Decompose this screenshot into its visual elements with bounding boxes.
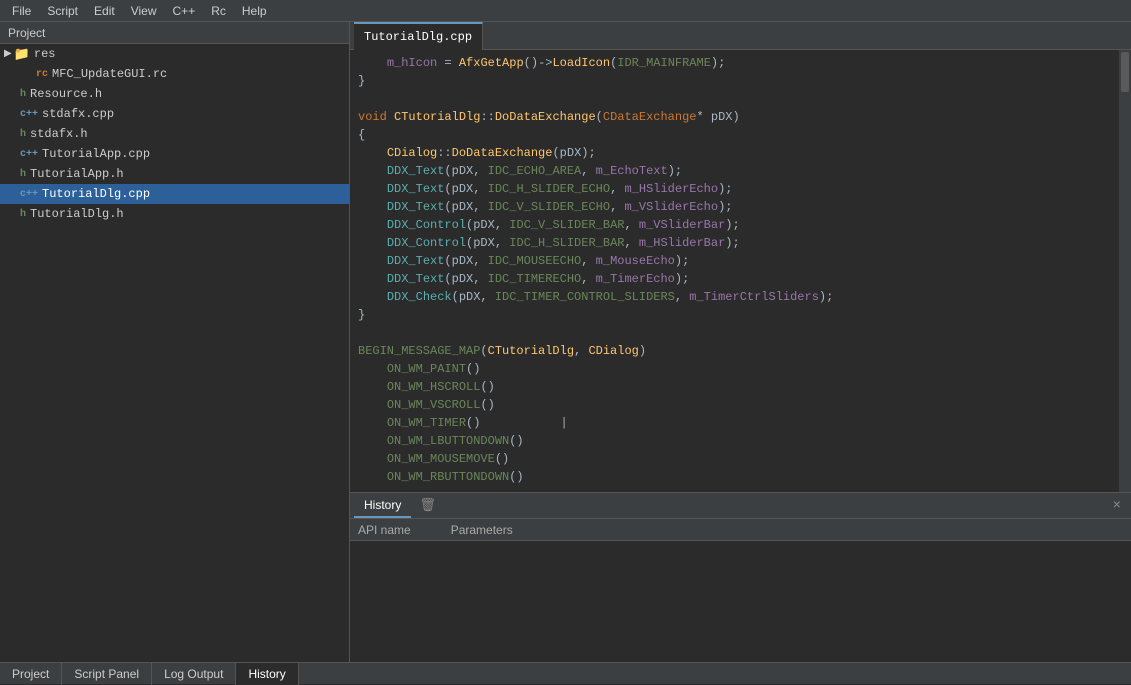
sidebar-item-tutorialapp-h[interactable]: h TutorialApp.h bbox=[0, 164, 349, 184]
code-line bbox=[350, 90, 1119, 108]
bottom-tab-history[interactable]: History bbox=[236, 663, 298, 685]
sidebar-item-tutorialapp-cpp[interactable]: c++ TutorialApp.cpp bbox=[0, 144, 349, 164]
h-icon: h bbox=[20, 89, 26, 100]
menu-file[interactable]: File bbox=[4, 2, 39, 20]
scrollbar-thumb[interactable] bbox=[1121, 52, 1129, 92]
cpp-icon: c++ bbox=[20, 189, 38, 200]
code-line: BEGIN_MESSAGE_MAP(CTutorialDlg, CDialog) bbox=[350, 342, 1119, 360]
sidebar-title: Project bbox=[8, 26, 45, 40]
sidebar-item-label: stdafx.h bbox=[30, 127, 88, 141]
bottom-tab-script-panel[interactable]: Script Panel bbox=[62, 663, 152, 685]
menubar: File Script Edit View C++ Rc Help bbox=[0, 0, 1131, 22]
cpp-icon: c++ bbox=[20, 109, 38, 120]
sidebar-item-label: TutorialApp.cpp bbox=[42, 147, 150, 161]
code-line: DDX_Text(pDX, IDC_MOUSEECHO, m_MouseEcho… bbox=[350, 252, 1119, 270]
code-line: ON_WM_MOUSEMOVE() bbox=[350, 450, 1119, 468]
editor-area: TutorialDlg.cpp m_hIcon = AfxGetApp()->L… bbox=[350, 22, 1131, 662]
code-line: ON_WM_PAINT() bbox=[350, 360, 1119, 378]
code-line: DDX_Text(pDX, IDC_H_SLIDER_ECHO, m_HSlid… bbox=[350, 180, 1119, 198]
sidebar-item-label: res bbox=[34, 47, 56, 61]
sidebar-item-label: TutorialApp.h bbox=[30, 167, 124, 181]
h-icon: h bbox=[20, 169, 26, 180]
sidebar-item-mfc-rc[interactable]: rc MFC_UpdateGUI.rc bbox=[0, 64, 349, 84]
rc-icon: rc bbox=[36, 69, 48, 80]
history-panel: History 🗑 × API name Parameters bbox=[350, 492, 1131, 662]
sidebar: Project ▶ 📁 res rc MFC_UpdateGUI.rc h Re… bbox=[0, 22, 350, 662]
menu-rc[interactable]: Rc bbox=[203, 2, 234, 20]
sidebar-item-label: TutorialDlg.h bbox=[30, 207, 124, 221]
code-line: } bbox=[350, 72, 1119, 90]
history-tab[interactable]: History bbox=[354, 494, 411, 518]
menu-cpp[interactable]: C++ bbox=[165, 2, 204, 20]
sidebar-item-label: stdafx.cpp bbox=[42, 107, 114, 121]
col-parameters: Parameters bbox=[451, 523, 513, 537]
code-line: DDX_Text(pDX, IDC_V_SLIDER_ECHO, m_VSlid… bbox=[350, 198, 1119, 216]
sidebar-item-tutorialdlg-h[interactable]: h TutorialDlg.h bbox=[0, 204, 349, 224]
main-layout: Project ▶ 📁 res rc MFC_UpdateGUI.rc h Re… bbox=[0, 22, 1131, 662]
editor-tab-tutorialdlg-cpp[interactable]: TutorialDlg.cpp bbox=[354, 22, 483, 50]
history-close-button[interactable]: × bbox=[1107, 496, 1127, 516]
code-line: DDX_Check(pDX, IDC_TIMER_CONTROL_SLIDERS… bbox=[350, 288, 1119, 306]
sidebar-item-res[interactable]: ▶ 📁 res bbox=[0, 44, 349, 64]
code-line: void CTutorialDlg::DoDataExchange(CDataE… bbox=[350, 108, 1119, 126]
code-line: DDX_Control(pDX, IDC_V_SLIDER_BAR, m_VSl… bbox=[350, 216, 1119, 234]
vertical-scrollbar[interactable] bbox=[1119, 50, 1131, 492]
h-icon: h bbox=[20, 129, 26, 140]
code-line: ON_WM_VSCROLL() bbox=[350, 396, 1119, 414]
menu-edit[interactable]: Edit bbox=[86, 2, 123, 20]
sidebar-item-label: Resource.h bbox=[30, 87, 102, 101]
code-line: DDX_Text(pDX, IDC_TIMERECHO, m_TimerEcho… bbox=[350, 270, 1119, 288]
code-line: DDX_Text(pDX, IDC_ECHO_AREA, m_EchoText)… bbox=[350, 162, 1119, 180]
code-area: m_hIcon = AfxGetApp()->LoadIcon(IDR_MAIN… bbox=[350, 50, 1131, 492]
code-line: ON_WM_RBUTTONDOWN() bbox=[350, 468, 1119, 486]
menu-script[interactable]: Script bbox=[39, 2, 86, 20]
sidebar-item-stdafx-cpp[interactable]: c++ stdafx.cpp bbox=[0, 104, 349, 124]
sidebar-item-resource-h[interactable]: h Resource.h bbox=[0, 84, 349, 104]
sidebar-item-label: TutorialDlg.cpp bbox=[42, 187, 150, 201]
code-editor[interactable]: m_hIcon = AfxGetApp()->LoadIcon(IDR_MAIN… bbox=[350, 50, 1119, 492]
sidebar-item-label: MFC_UpdateGUI.rc bbox=[52, 67, 167, 81]
code-line: } bbox=[350, 306, 1119, 324]
code-line: DDX_Control(pDX, IDC_H_SLIDER_BAR, m_HSl… bbox=[350, 234, 1119, 252]
code-line: ON_WM_HSCROLL() bbox=[350, 378, 1119, 396]
trash-icon[interactable]: 🗑 bbox=[419, 498, 436, 513]
bottom-tab-log-output[interactable]: Log Output bbox=[152, 663, 236, 685]
bottom-tabs: Project Script Panel Log Output History bbox=[0, 662, 1131, 684]
code-line bbox=[350, 324, 1119, 342]
menu-view[interactable]: View bbox=[123, 2, 165, 20]
bottom-tab-project[interactable]: Project bbox=[0, 663, 62, 685]
tab-label: TutorialDlg.cpp bbox=[364, 30, 472, 44]
sidebar-item-tutorialdlg-cpp[interactable]: c++ TutorialDlg.cpp bbox=[0, 184, 349, 204]
h-icon: h bbox=[20, 209, 26, 220]
code-line: m_hIcon = AfxGetApp()->LoadIcon(IDR_MAIN… bbox=[350, 54, 1119, 72]
expand-arrow: ▶ bbox=[4, 48, 12, 60]
cpp-icon: c++ bbox=[20, 149, 38, 160]
sidebar-item-stdafx-h[interactable]: h stdafx.h bbox=[0, 124, 349, 144]
history-content bbox=[350, 541, 1131, 662]
code-line: ON_WM_TIMER() | bbox=[350, 414, 1119, 432]
col-api-name: API name bbox=[358, 523, 411, 537]
tab-bar: TutorialDlg.cpp bbox=[350, 22, 1131, 50]
code-line: ON_WM_LBUTTONDOWN() bbox=[350, 432, 1119, 450]
code-line: CDialog::DoDataExchange(pDX); bbox=[350, 144, 1119, 162]
history-columns: API name Parameters bbox=[350, 519, 1131, 541]
folder-icon: 📁 bbox=[14, 47, 30, 62]
code-content: m_hIcon = AfxGetApp()->LoadIcon(IDR_MAIN… bbox=[350, 50, 1119, 492]
menu-help[interactable]: Help bbox=[234, 2, 275, 20]
code-line: { bbox=[350, 126, 1119, 144]
history-tab-bar: History 🗑 × bbox=[350, 493, 1131, 519]
